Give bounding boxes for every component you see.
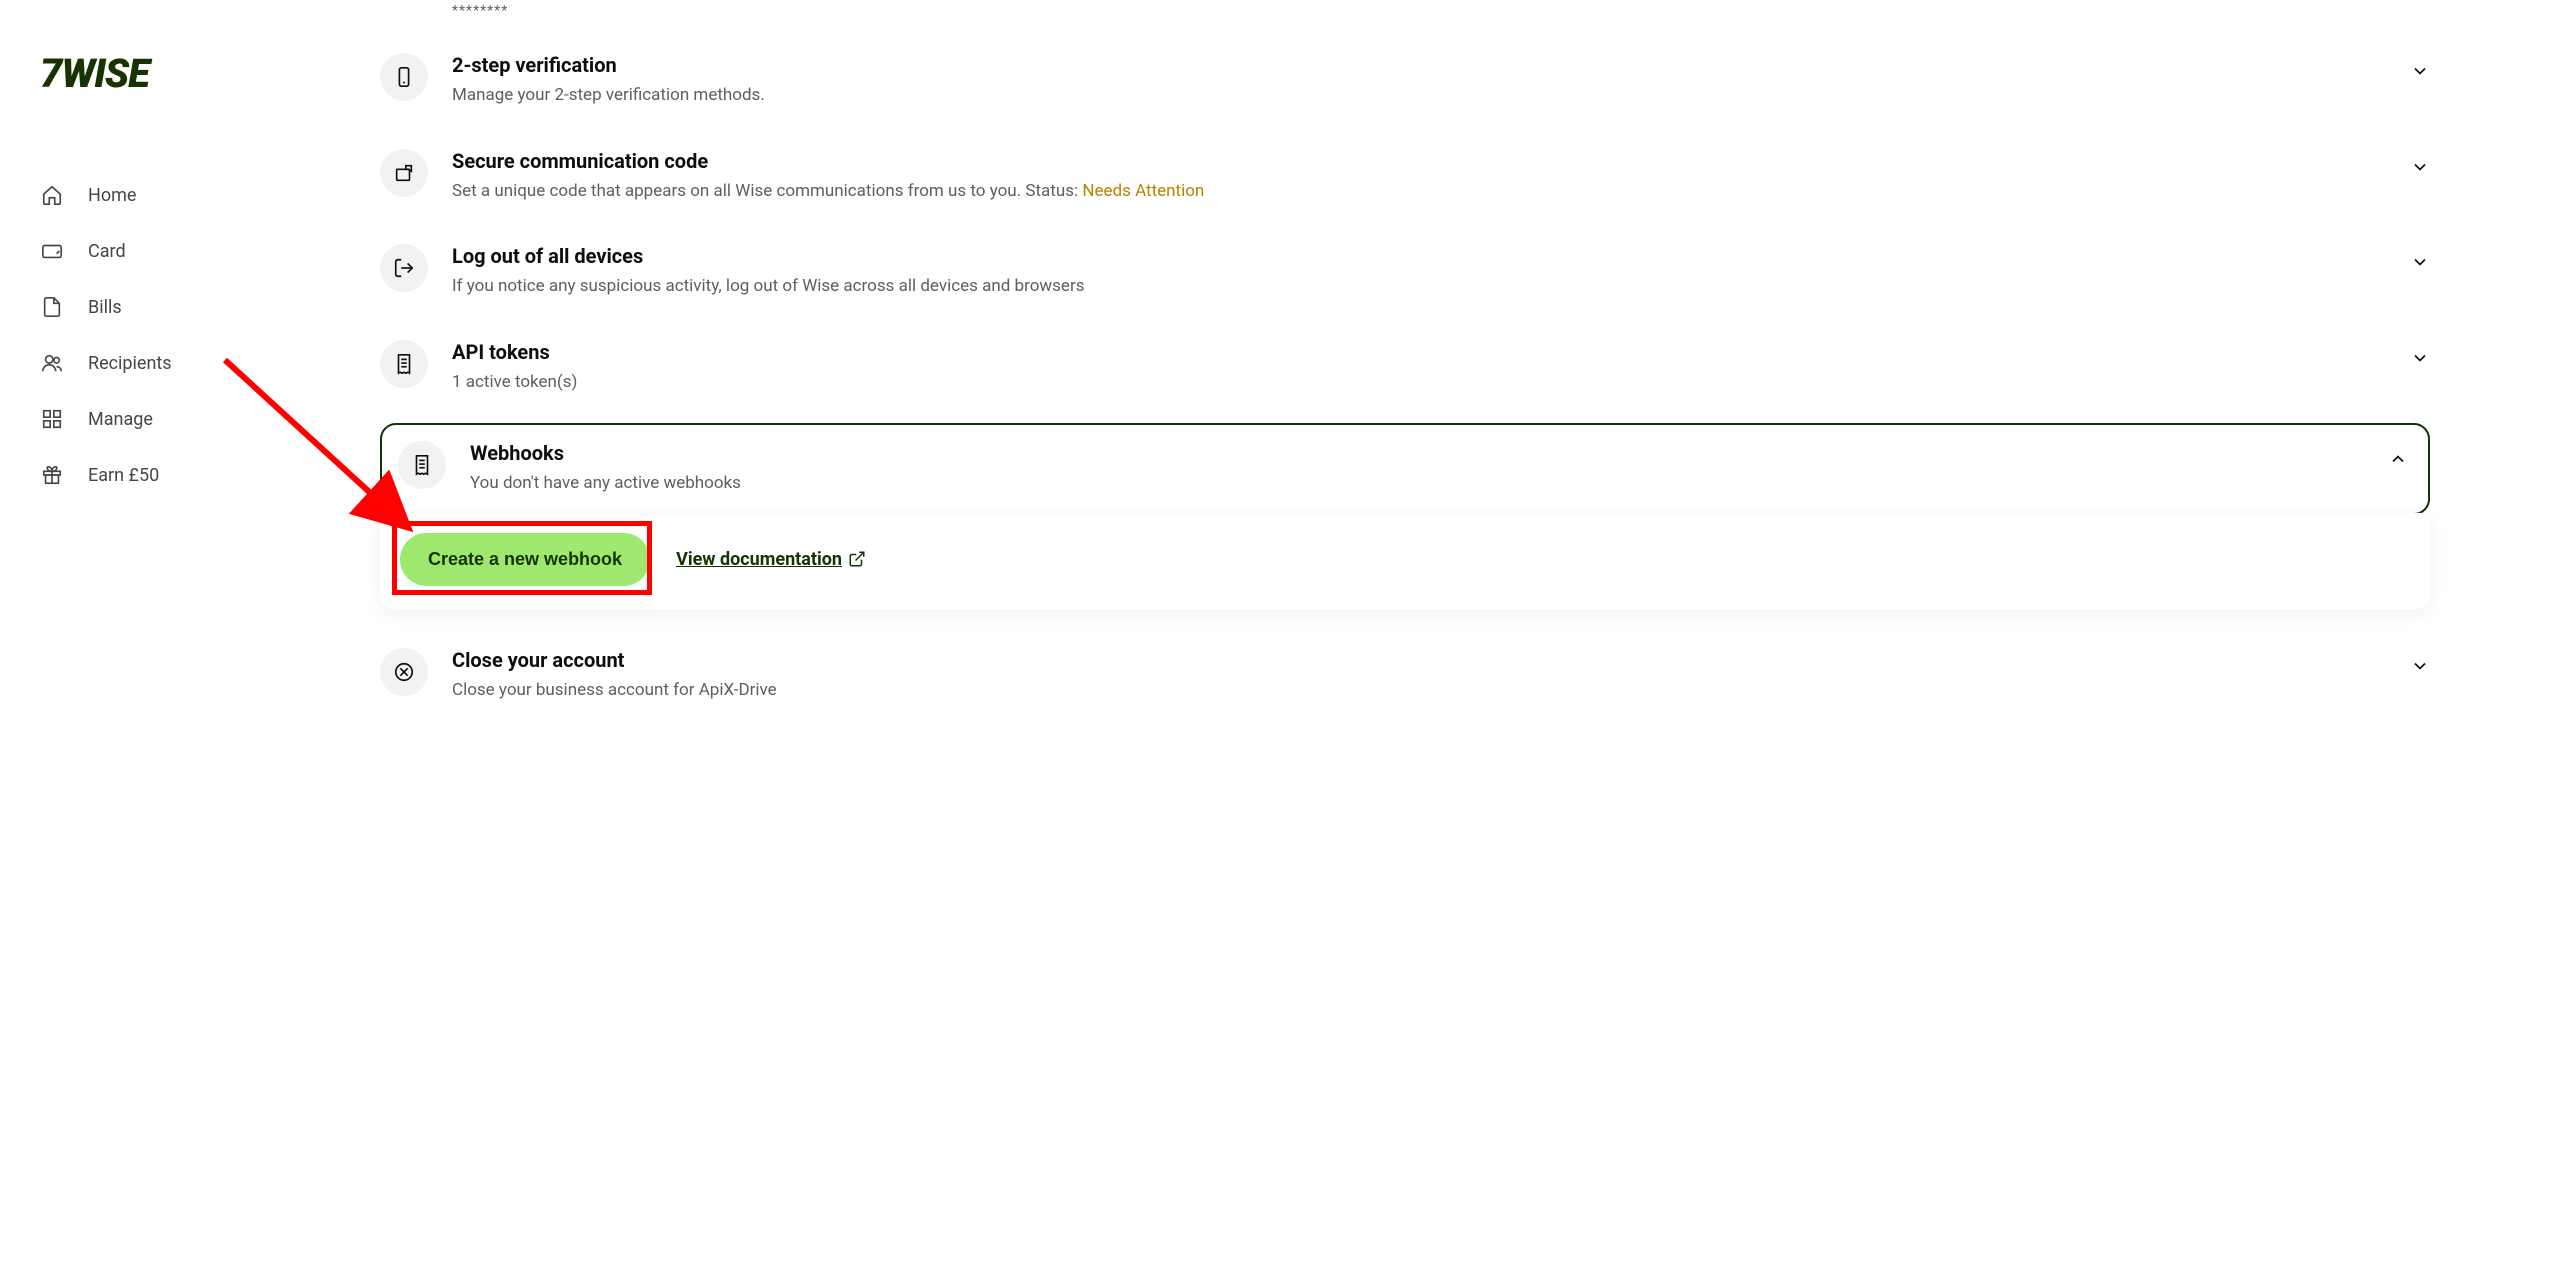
external-link-icon <box>848 550 866 568</box>
section-subtitle: You don't have any active webhooks <box>470 471 2364 497</box>
section-title: Log out of all devices <box>452 244 2386 268</box>
section-title: Webhooks <box>470 441 2364 465</box>
card-icon <box>40 239 64 263</box>
nav-list: Home Card Bills Recipients <box>40 167 340 503</box>
sidebar-item-label: Card <box>88 241 126 262</box>
section-api-tokens[interactable]: API tokens 1 active token(s) <box>380 320 2430 416</box>
chevron-down-icon <box>2410 252 2430 272</box>
section-secure-communication-code[interactable]: Secure communication code Set a unique c… <box>380 129 2430 225</box>
main-content: ******** 2-step verification Manage your… <box>380 0 2560 723</box>
section-subtitle: 1 active token(s) <box>452 370 2386 396</box>
sidebar-item-home[interactable]: Home <box>40 167 340 223</box>
recipients-icon <box>40 351 64 375</box>
sidebar-item-earn[interactable]: Earn £50 <box>40 447 340 503</box>
sidebar-item-manage[interactable]: Manage <box>40 391 340 447</box>
section-subtitle: Close your business account for ApiX-Dri… <box>452 678 2386 704</box>
manage-icon <box>40 407 64 431</box>
section-title: 2-step verification <box>452 53 2386 77</box>
create-webhook-button[interactable]: Create a new webhook <box>400 533 650 586</box>
section-title: Close your account <box>452 648 2386 672</box>
status-needs-attention: Needs Attention <box>1082 181 1204 201</box>
sidebar-item-bills[interactable]: Bills <box>40 279 340 335</box>
view-documentation-link[interactable]: View documentation <box>676 549 866 570</box>
sidebar-item-card[interactable]: Card <box>40 223 340 279</box>
sidebar-item-label: Manage <box>88 409 153 430</box>
section-subtitle: If you notice any suspicious activity, l… <box>452 274 2386 300</box>
chevron-down-icon <box>2410 348 2430 368</box>
sidebar: 7WISE Home Card Bills <box>0 0 380 723</box>
chevron-down-icon <box>2410 157 2430 177</box>
phone-icon <box>380 53 428 101</box>
section-close-account[interactable]: Close your account Close your business a… <box>380 628 2430 724</box>
sidebar-item-label: Earn £50 <box>88 465 159 486</box>
chevron-up-icon <box>2388 449 2408 469</box>
home-icon <box>40 183 64 207</box>
section-subtitle: Manage your 2-step verification methods. <box>452 83 2386 109</box>
sidebar-item-label: Recipients <box>88 353 172 374</box>
wise-logo: 7WISE <box>40 50 340 97</box>
section-webhooks[interactable]: Webhooks You don't have any active webho… <box>380 423 2430 515</box>
gift-icon <box>40 463 64 487</box>
close-circle-icon <box>380 648 428 696</box>
sidebar-item-recipients[interactable]: Recipients <box>40 335 340 391</box>
sidebar-item-label: Bills <box>88 297 122 318</box>
masked-value: ******** <box>452 3 508 19</box>
truncated-row: ******** <box>380 0 2430 33</box>
section-title: Secure communication code <box>452 149 2386 173</box>
section-subtitle: Set a unique code that appears on all Wi… <box>452 179 2386 205</box>
section-log-out-all-devices[interactable]: Log out of all devices If you notice any… <box>380 224 2430 320</box>
chevron-down-icon <box>2410 656 2430 676</box>
shield-mail-icon <box>380 149 428 197</box>
bills-icon <box>40 295 64 319</box>
webhook-actions: Create a new webhook View documentation <box>380 513 2430 610</box>
section-title: API tokens <box>452 340 2386 364</box>
logout-icon <box>380 244 428 292</box>
sidebar-item-label: Home <box>88 185 136 206</box>
link-label: View documentation <box>676 549 842 570</box>
chevron-down-icon <box>2410 61 2430 81</box>
webhook-icon <box>398 441 446 489</box>
section-two-step-verification[interactable]: 2-step verification Manage your 2-step v… <box>380 33 2430 129</box>
receipt-icon <box>380 340 428 388</box>
